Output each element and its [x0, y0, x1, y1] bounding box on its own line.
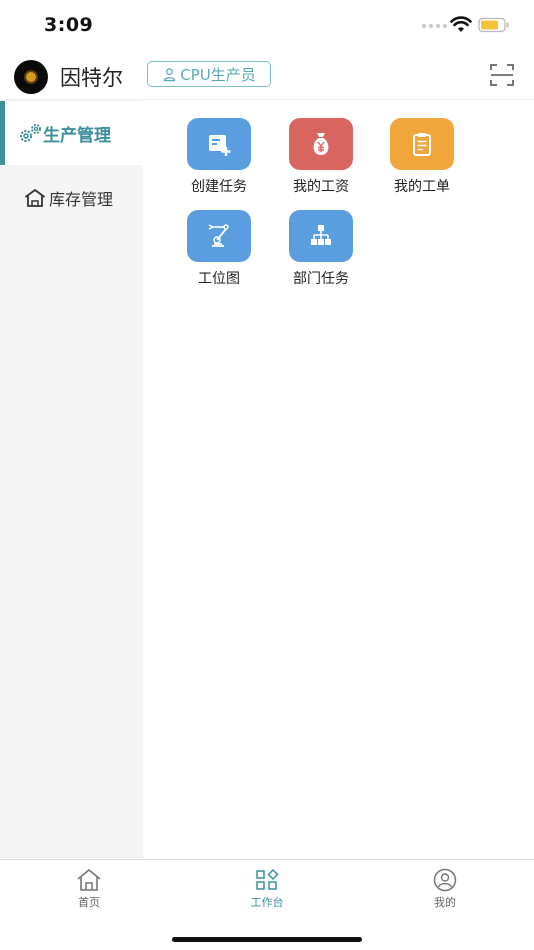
nav-label: 我的: [434, 896, 456, 909]
sidebar-item-label: 生产管理: [43, 125, 111, 146]
tile-my-salary[interactable]: [289, 118, 353, 170]
workbench-icon: [256, 868, 279, 890]
grid-item-label: 部门任务: [293, 271, 349, 287]
sidebar-item-production[interactable]: 生产管理: [0, 101, 143, 165]
warehouse-icon: [24, 189, 46, 207]
nav-item-profile[interactable]: 我的: [405, 868, 485, 910]
status-bar: 3:09: [0, 0, 534, 50]
grid-item-label: 我的工资: [293, 179, 349, 195]
nav-item-workbench[interactable]: 工作台: [227, 868, 307, 910]
grid-item-label: 我的工单: [394, 179, 450, 195]
sidebar: 生产管理 库存管理: [0, 100, 143, 858]
role-badge: CPU生产员: [147, 61, 271, 87]
tile-department-tasks[interactable]: [289, 210, 353, 262]
grid-item-department-tasks[interactable]: 部门任务: [276, 210, 366, 292]
money-bag-icon: [313, 133, 329, 155]
home-icon: [77, 869, 101, 891]
tile-my-work-order[interactable]: [390, 118, 454, 170]
tile-create-task[interactable]: [187, 118, 251, 170]
company-logo: [14, 60, 48, 94]
nav-label: 首页: [78, 896, 100, 909]
role-badge-label: CPU生产员: [180, 65, 256, 84]
gears-icon: [20, 124, 41, 142]
battery-icon: [478, 17, 509, 33]
grid-item-create-task[interactable]: 创建任务: [174, 118, 264, 200]
nav-item-home[interactable]: 首页: [49, 868, 129, 910]
sidebar-item-inventory[interactable]: 库存管理: [0, 166, 143, 230]
company-name: 因特尔: [60, 66, 123, 90]
user-icon: [163, 67, 176, 81]
grid-item-label: 工位图: [198, 271, 240, 287]
wifi-icon: [450, 16, 472, 32]
clipboard-icon: [413, 133, 431, 156]
scan-icon[interactable]: [490, 64, 514, 86]
app-header: 因特尔 CPU生产员: [0, 52, 534, 98]
robot-arm-icon: [208, 224, 229, 247]
grid-item-station-map[interactable]: 工位图: [174, 210, 264, 292]
grid-item-my-work-order[interactable]: 我的工单: [377, 118, 467, 200]
home-indicator: [172, 937, 362, 942]
nav-label: 工作台: [250, 896, 284, 909]
profile-icon: [433, 868, 457, 892]
grid-item-label: 创建任务: [191, 179, 247, 195]
active-indicator: [0, 101, 5, 165]
cellular-signal-icon: [422, 24, 447, 28]
tile-station-map[interactable]: [187, 210, 251, 262]
grid-item-my-salary[interactable]: 我的工资: [276, 118, 366, 200]
sidebar-item-label: 库存管理: [49, 190, 114, 209]
create-task-icon: [209, 135, 231, 156]
status-time: 3:09: [44, 14, 94, 36]
org-chart-icon: [311, 225, 331, 245]
